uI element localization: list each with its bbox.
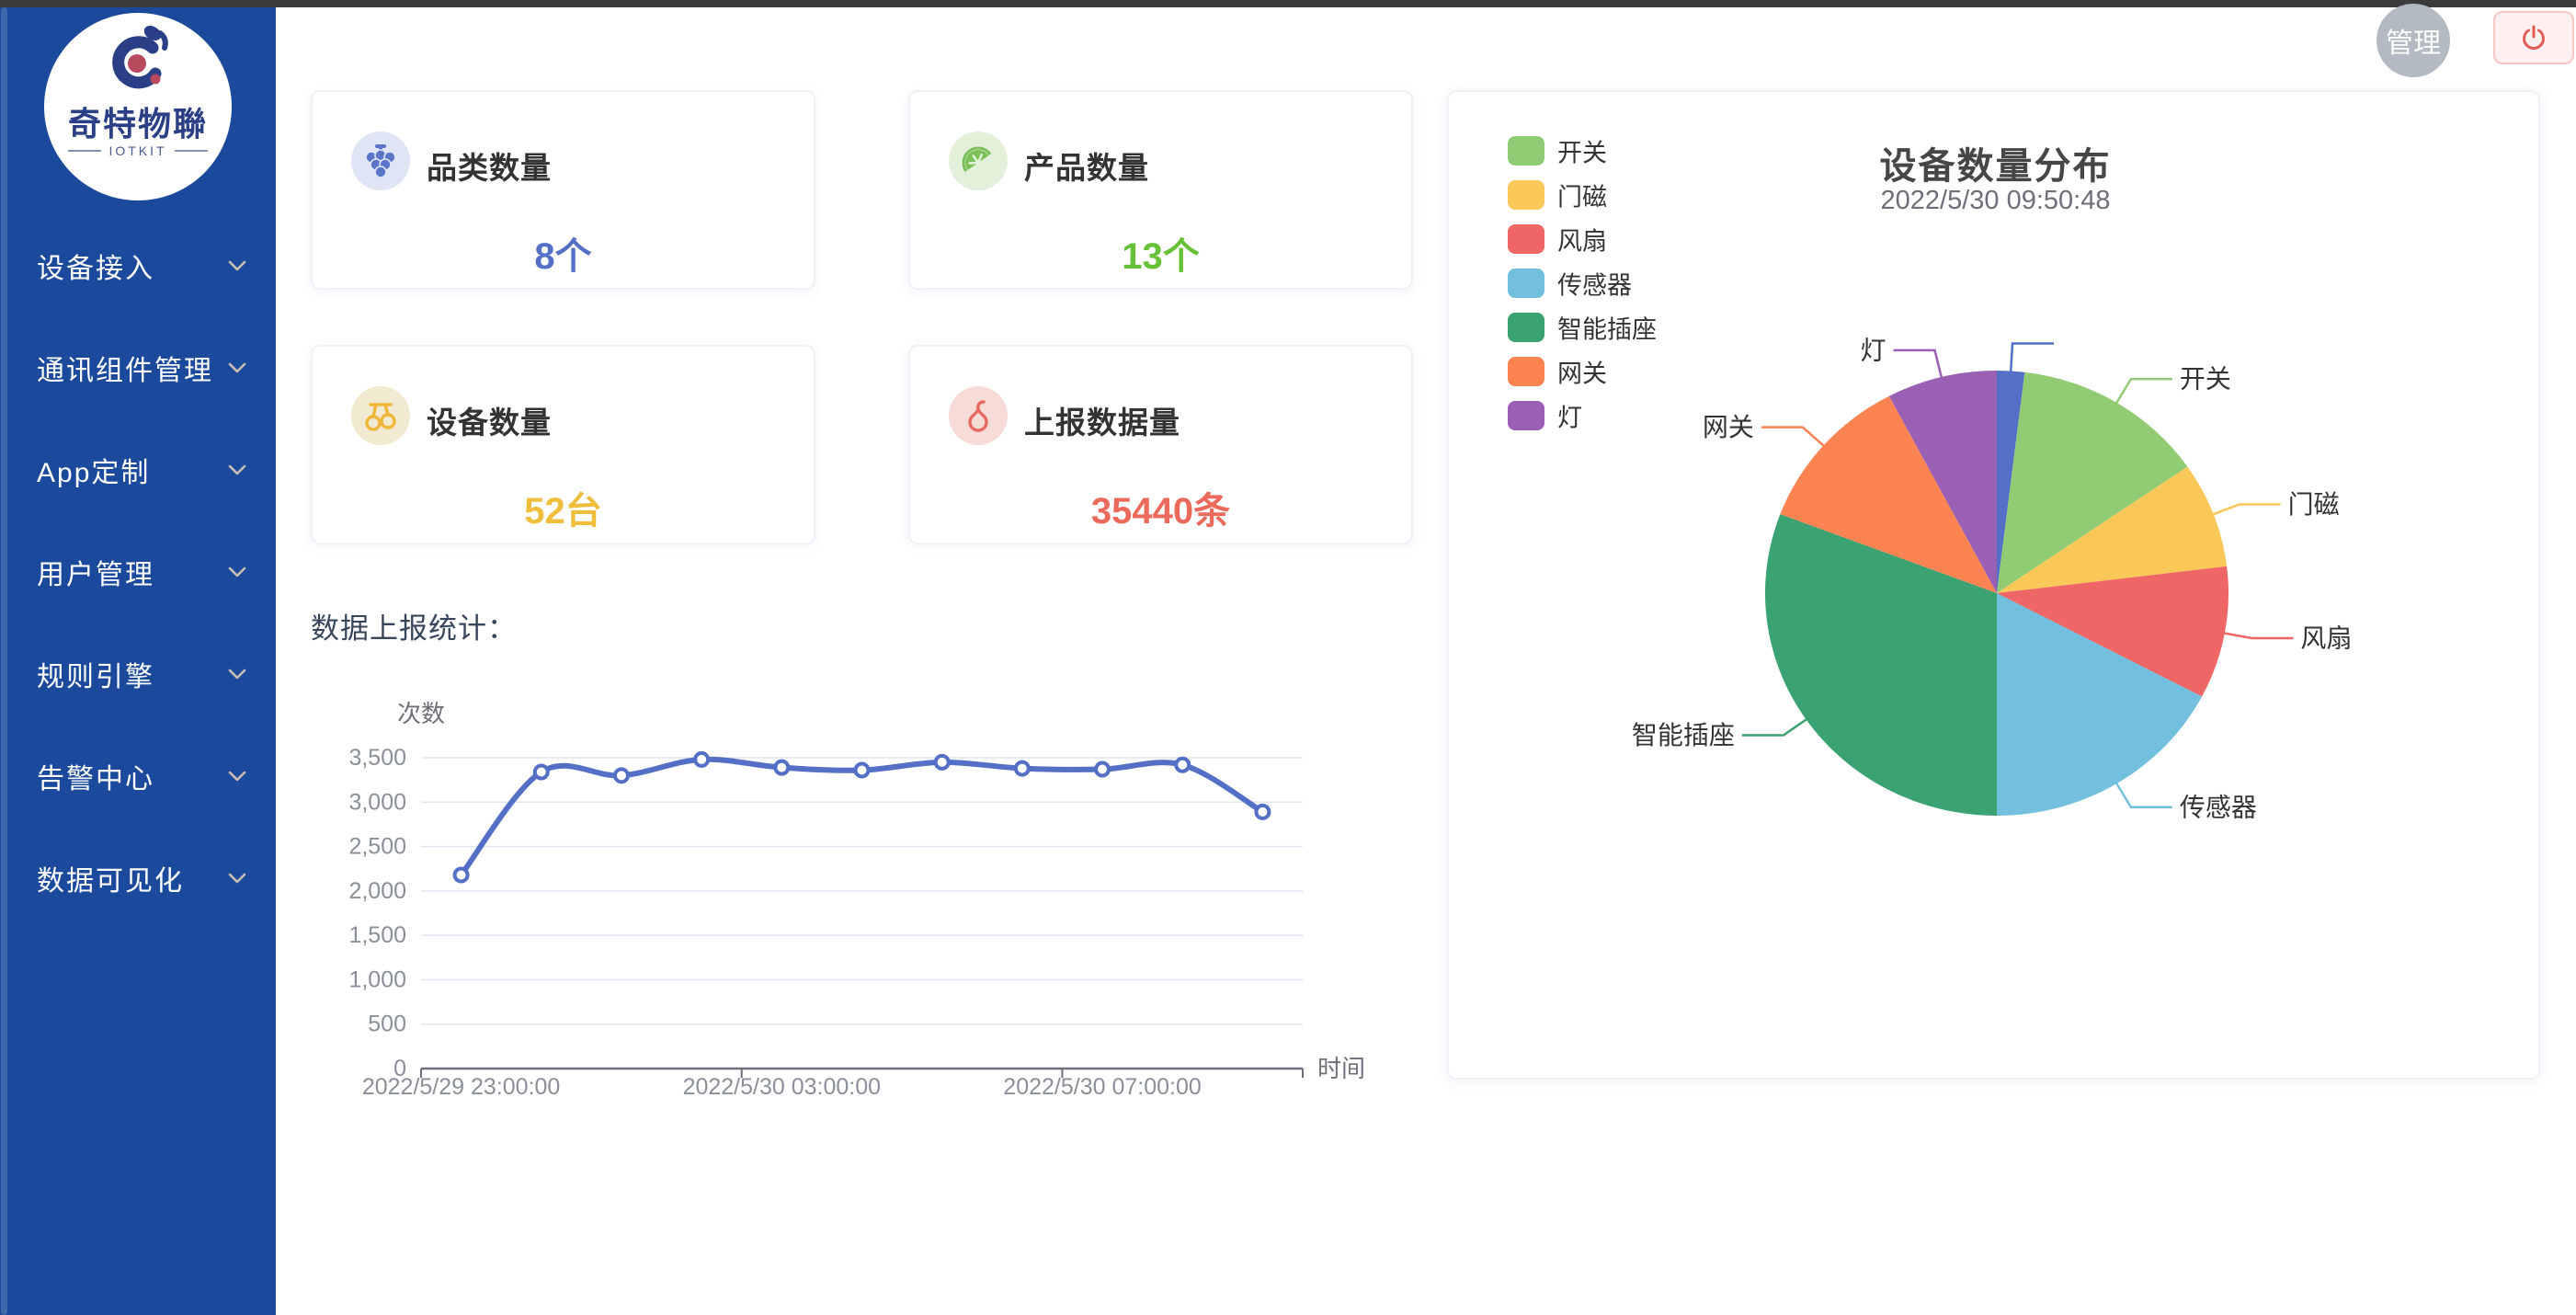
x-tick-label: 2022/5/30 07:00:00 xyxy=(1003,1074,1201,1100)
data-point-marker xyxy=(775,761,788,774)
grapes-icon xyxy=(351,132,410,190)
pie-label-leader xyxy=(1894,350,1943,379)
y-tick-label: 1,500 xyxy=(348,922,406,948)
brand-subname: IOTKIT xyxy=(44,143,232,158)
sidebar-menu-item[interactable]: 数据可见化 xyxy=(0,856,276,900)
rule-right xyxy=(175,150,208,152)
pie-label-leader xyxy=(1742,718,1807,735)
sidebar-menu-item-label: 数据可见化 xyxy=(37,858,184,898)
x-tick-label: 2022/5/30 03:00:00 xyxy=(683,1074,881,1100)
line-chart: 05001,0001,5002,0002,5003,0003,500次数2022… xyxy=(303,694,1434,1209)
iotkit-rabbit-logo-icon xyxy=(107,22,169,96)
sidebar-menu-item-label: 设备接入 xyxy=(37,246,154,286)
stat-card-title: 上报数据量 xyxy=(1024,398,1180,442)
sidebar-menu-item-label: 告警中心 xyxy=(37,756,154,796)
data-point-marker xyxy=(615,769,628,782)
pear-icon xyxy=(949,386,1008,445)
y-tick-label: 2,500 xyxy=(348,834,406,860)
y-axis-name: 次数 xyxy=(397,700,445,727)
pie-slice-label: 门磁 xyxy=(2288,490,2340,519)
window-top-strip xyxy=(0,0,2576,7)
stat-card-title: 产品数量 xyxy=(1024,143,1149,188)
stat-card-value: 13个 xyxy=(910,226,1411,280)
stat-card: 产品数量 13个 xyxy=(908,90,1413,290)
pie-chart: 开关门磁风扇传感器 智能插座 网关 灯 xyxy=(1449,92,2542,1081)
y-tick-label: 3,000 xyxy=(348,789,406,815)
stat-card: 品类数量 8个 xyxy=(311,90,815,290)
sidebar-menu-item[interactable]: App定制 xyxy=(0,448,276,492)
stat-card: 上报数据量 35440条 xyxy=(908,345,1413,544)
pie-slice-label: 传感器 xyxy=(2180,793,2257,821)
sidebar-menu-item[interactable]: 设备接入 xyxy=(0,244,276,288)
x-tick-label: 2022/5/29 23:00:00 xyxy=(362,1074,560,1100)
data-point-marker xyxy=(535,765,548,778)
sidebar-menu-item[interactable]: 用户管理 xyxy=(0,550,276,594)
pie-label-leader xyxy=(2115,379,2172,404)
chevron-down-icon xyxy=(224,865,250,891)
stat-card-value: 35440条 xyxy=(910,481,1411,534)
x-axis-name: 时间 xyxy=(1317,1055,1365,1082)
rule-left xyxy=(68,150,101,152)
data-point-marker xyxy=(1016,762,1029,775)
chevron-down-icon xyxy=(224,355,250,381)
line-chart-title: 数据上报统计： xyxy=(311,605,517,646)
stat-card-value: 52台 xyxy=(313,481,814,534)
y-tick-label: 3,500 xyxy=(348,745,406,771)
pie-label-leader xyxy=(2011,343,2054,372)
pie-slice-label: 智能插座 xyxy=(1632,721,1735,749)
app-root: 奇特物聯 IOTKIT 设备接入 通讯组件管理 App定制 用户管理 xyxy=(0,0,2576,1315)
data-point-marker xyxy=(1256,806,1269,818)
sidebar-menu-item-label: App定制 xyxy=(37,450,150,490)
cherries-icon xyxy=(351,386,410,445)
chevron-down-icon xyxy=(224,661,250,687)
data-point-marker xyxy=(1096,763,1109,776)
stat-card-title: 品类数量 xyxy=(427,143,552,188)
pie-label-leader xyxy=(2115,782,2172,806)
sidebar-menu-item[interactable]: 告警中心 xyxy=(0,754,276,798)
sidebar: 奇特物聯 IOTKIT 设备接入 通讯组件管理 App定制 用户管理 xyxy=(0,7,276,1315)
sidebar-menu-item-label: 通讯组件管理 xyxy=(37,348,213,388)
brand-logo: 奇特物聯 IOTKIT xyxy=(44,13,232,200)
chevron-down-icon xyxy=(224,559,250,585)
sidebar-menu-item-label: 用户管理 xyxy=(37,552,154,592)
chevron-down-icon xyxy=(224,253,250,279)
pie-label-leader xyxy=(1761,428,1825,447)
y-tick-label: 500 xyxy=(368,1012,406,1037)
stat-card-title: 设备数量 xyxy=(427,398,552,442)
data-point-marker xyxy=(695,753,708,766)
data-point-marker xyxy=(455,868,468,881)
data-point-marker xyxy=(1176,759,1189,772)
data-point-marker xyxy=(856,764,869,777)
brand-name: 奇特物聯 xyxy=(44,97,232,145)
avatar[interactable]: 管理 xyxy=(2377,4,2450,77)
data-point-marker xyxy=(936,756,949,769)
chevron-down-icon xyxy=(224,457,250,483)
y-tick-label: 1,000 xyxy=(348,966,406,992)
sidebar-menu-item-label: 规则引擎 xyxy=(37,654,154,694)
pie-slice-label: 开关 xyxy=(2180,365,2231,394)
pie-chart-card: 设备数量分布 2022/5/30 09:50:48 开关 门磁 风扇 传感器 智… xyxy=(1447,90,2540,1080)
pie-label-leader xyxy=(2223,633,2293,638)
power-icon xyxy=(2518,22,2549,53)
stat-card-value: 8个 xyxy=(313,226,814,280)
pie-label-leader xyxy=(2212,505,2281,515)
y-tick-label: 2,000 xyxy=(348,878,406,904)
lemon-icon xyxy=(949,132,1008,190)
stat-card: 设备数量 52台 xyxy=(311,345,815,544)
sidebar-menu-item[interactable]: 规则引擎 xyxy=(0,652,276,696)
logout-button[interactable] xyxy=(2493,11,2574,64)
sidebar-menu-item[interactable]: 通讯组件管理 xyxy=(0,346,276,390)
pie-slice-label: 风扇 xyxy=(2300,624,2352,653)
chevron-down-icon xyxy=(224,763,250,789)
pie-slice-label: 灯 xyxy=(1860,336,1886,364)
pie-slice-label: 网关 xyxy=(1703,413,1754,441)
sidebar-menu: 设备接入 通讯组件管理 App定制 用户管理 规则引擎 告警中心 xyxy=(0,244,276,958)
